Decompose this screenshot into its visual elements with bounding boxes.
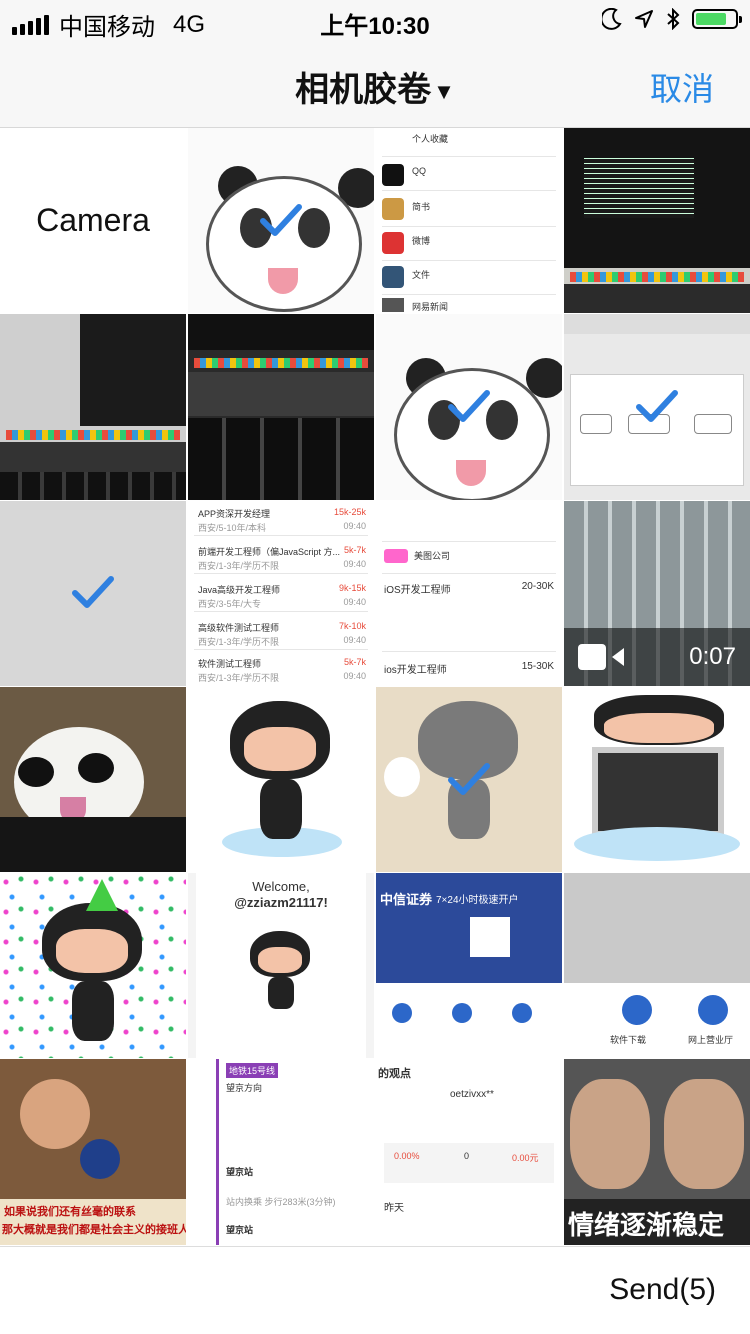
photo-thumb[interactable] bbox=[188, 128, 374, 315]
cancel-button[interactable]: 取消 bbox=[650, 64, 714, 110]
camera-label: Camera bbox=[36, 202, 150, 239]
photo-thumb[interactable] bbox=[376, 314, 562, 501]
propaganda-poster-image: 如果说我们还有丝毫的联系 那大概就是我们都是社会主义的接班人 bbox=[0, 1059, 186, 1245]
moon-icon bbox=[602, 8, 622, 30]
mvc-diagram-slide bbox=[564, 314, 750, 499]
job-list-screenshot: APP资深开发经理 15k-25k 西安/5-10年/本科 09:40 前端开发… bbox=[188, 501, 374, 686]
panda-sketch-image bbox=[188, 128, 374, 313]
photo-thumb[interactable]: 美图公司 iOS开发工程师 20-30K ios开发工程师 15-30K bbox=[376, 500, 562, 687]
nav-bar: 相机胶卷▼ 取消 bbox=[0, 40, 750, 128]
subway-route-screenshot: 地铁15号线 望京方向 望京站 站内换乘 步行283米(3分钟) 望京站 bbox=[188, 1059, 374, 1245]
photo-thumb[interactable] bbox=[564, 128, 750, 315]
video-duration: 0:07 bbox=[689, 642, 736, 670]
photo-thumb[interactable] bbox=[188, 686, 374, 874]
photo-thumb[interactable]: 软件下载 网上营业厅 bbox=[564, 873, 750, 1060]
photo-thumb[interactable]: 情绪逐渐稳定 bbox=[564, 1059, 750, 1246]
settings-list-screenshot: 个人收藏 QQ 简书 微博 文件 网易新闻 bbox=[376, 128, 562, 313]
bluetooth-icon bbox=[667, 8, 680, 30]
broker-app-screenshot-2: 软件下载 网上营业厅 bbox=[564, 873, 750, 1058]
status-bar: 中国移动 4G 上午10:30 bbox=[0, 0, 750, 41]
photo-thumb[interactable] bbox=[188, 314, 374, 501]
panda-photo bbox=[0, 687, 186, 873]
ios-job-list-screenshot: 美图公司 iOS开发工程师 20-30K ios开发工程师 15-30K bbox=[376, 501, 562, 686]
profile-screenshot: 的观点 oetzivxx** 0.00% 0 0.00元 昨天 bbox=[376, 1059, 562, 1244]
octocat-apple-image bbox=[376, 687, 562, 872]
photo-thumb[interactable] bbox=[0, 500, 186, 687]
photo-grid: Camera 个人收藏 QQ 简书 微博 文件 网易新闻 APP资深开发经理 1… bbox=[0, 128, 750, 1246]
octocat-image bbox=[188, 687, 374, 872]
photo-thumb[interactable] bbox=[564, 314, 750, 501]
video-info-bar: 0:07 bbox=[564, 627, 750, 686]
video-camera-icon bbox=[578, 643, 624, 670]
photo-thumb[interactable]: Welcome, @zziazm21117! bbox=[188, 873, 374, 1060]
photo-thumb[interactable]: 个人收藏 QQ 简书 微博 文件 网易新闻 bbox=[376, 128, 562, 315]
panda-sketch-image-2 bbox=[376, 314, 562, 500]
album-title: 相机胶卷 bbox=[295, 71, 432, 109]
battery-icon bbox=[692, 9, 742, 29]
bottom-bar: Send(5) bbox=[0, 1246, 750, 1334]
video-thumb[interactable]: 0:07 bbox=[564, 500, 750, 687]
broker-app-screenshot: 中信证券 7×24小时极速开户 bbox=[376, 873, 562, 1058]
photo-thumb[interactable] bbox=[0, 314, 186, 501]
caret-down-icon: ▼ bbox=[433, 79, 455, 105]
status-right bbox=[602, 8, 742, 30]
octocats-box-image bbox=[564, 687, 750, 872]
photo-thumb[interactable]: 地铁15号线 望京方向 望京站 站内换乘 步行283米(3分钟) 望京站 bbox=[188, 1059, 374, 1246]
photo-thumb[interactable] bbox=[0, 686, 186, 874]
send-button[interactable]: Send(5) bbox=[609, 1273, 716, 1307]
battery-fill bbox=[696, 13, 727, 25]
album-title-button[interactable]: 相机胶卷▼ bbox=[0, 62, 750, 111]
camera-tile[interactable]: Camera bbox=[0, 128, 186, 315]
location-arrow-icon bbox=[635, 10, 653, 28]
meme-image: 情绪逐渐稳定 bbox=[564, 1059, 750, 1245]
macbook-terminal-photo bbox=[564, 128, 750, 314]
blank-gray-photo bbox=[0, 501, 186, 686]
photo-thumb[interactable]: APP资深开发经理 15k-25k 西安/5-10年/本科 09:40 前端开发… bbox=[188, 500, 374, 687]
photo-thumb[interactable]: 如果说我们还有丝毫的联系 那大概就是我们都是社会主义的接班人 bbox=[0, 1059, 186, 1246]
photo-thumb[interactable] bbox=[564, 686, 750, 874]
github-welcome-screenshot: Welcome, @zziazm21117! bbox=[188, 873, 374, 1059]
party-octocat-image bbox=[0, 873, 186, 1059]
photo-thumb[interactable] bbox=[376, 686, 562, 874]
macbook-keyboard-photo-2 bbox=[188, 314, 374, 500]
photo-thumb[interactable] bbox=[0, 873, 186, 1060]
macbook-keyboard-photo-1 bbox=[0, 314, 186, 500]
photo-thumb[interactable]: 的观点 oetzivxx** 0.00% 0 0.00元 昨天 bbox=[376, 1059, 562, 1246]
photo-thumb[interactable]: 中信证券 7×24小时极速开户 bbox=[376, 873, 562, 1060]
